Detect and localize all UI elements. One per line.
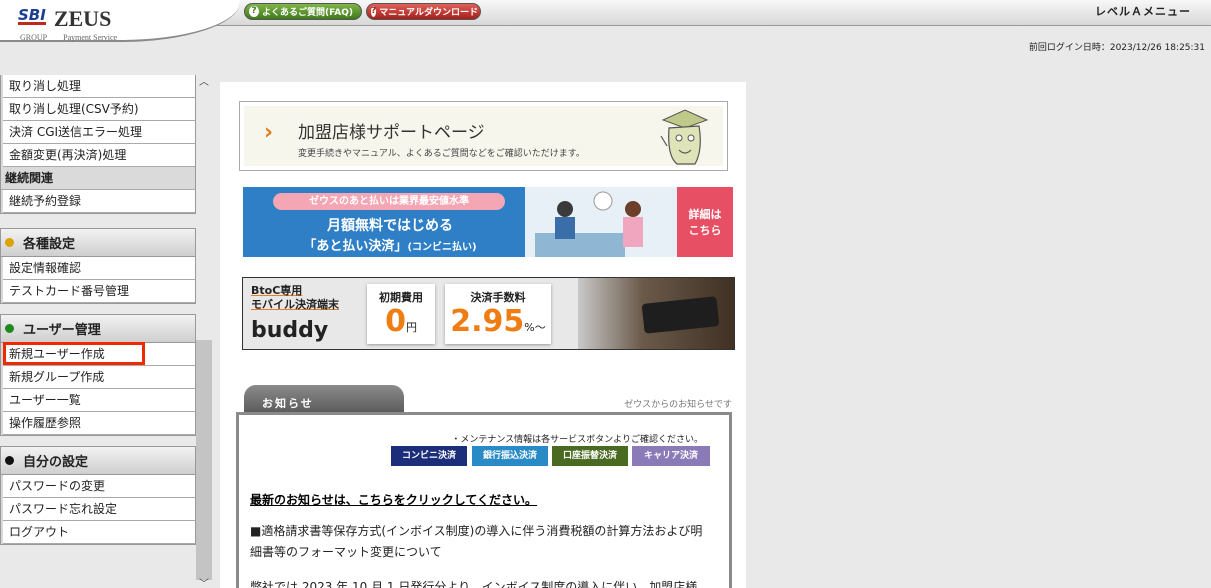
sidebar-subheader-continuation: 継続関連 xyxy=(1,167,195,190)
sidebar-item-user-list[interactable]: ユーザー一覧 xyxy=(3,389,195,412)
chevron-right-icon: › xyxy=(264,120,274,145)
banner-line1: 月額無料ではじめる xyxy=(327,218,453,234)
sidebar-group-user: ユーザー管理 新規ユーザー作成 新規グループ作成 ユーザー一覧 操作履歴参照 xyxy=(0,314,196,436)
sidebar-item-amount-change[interactable]: 金額変更(再決済)処理 xyxy=(3,144,195,167)
header: SBI ZEUS GROUP Payment Service ? よくあるご質問(… xyxy=(0,0,1211,75)
support-banner-inner: › 加盟店様サポートページ 変更手続きやマニュアル、よくあるご質問などをご確認い… xyxy=(244,106,723,166)
sidebar-item-logout[interactable]: ログアウト xyxy=(3,521,195,544)
logo-sub: GROUP Payment Service xyxy=(20,33,140,42)
faq-label: よくあるご質問(FAQ) xyxy=(262,8,353,18)
sidebar-scrollbar[interactable]: ︿ ﹀ xyxy=(196,75,212,588)
news-body-para1: ■適格請求書等保存方式(インボイス制度)の導入に伴う消費税額の計算方法および明細… xyxy=(250,524,703,559)
bank-transfer-button[interactable]: 銀行振込決済 xyxy=(472,446,548,466)
sidebar-group-my-settings: 自分の設定 パスワードの変更 パスワード忘れ設定 ログアウト xyxy=(0,446,196,545)
news-from: ゼウスからのお知らせです xyxy=(624,400,732,410)
sidebar-item-continuation-reserve[interactable]: 継続予約登録 xyxy=(3,190,195,213)
logo-group: GROUP xyxy=(20,33,48,42)
initial-fee-value: 0 xyxy=(385,304,406,339)
last-login: 前回ログイン日時：2023/12/26 18:25:31 xyxy=(1028,43,1205,53)
faq-button[interactable]: ? よくあるご質問(FAQ) xyxy=(244,3,362,20)
main-content: › 加盟店様サポートページ 変更手続きやマニュアル、よくあるご質問などをご確認い… xyxy=(220,82,746,588)
banner-pill: ゼウスのあと払いは業界最安値水準 xyxy=(273,193,505,210)
transaction-fee-unit: %～ xyxy=(524,321,546,334)
question-icon: ? xyxy=(249,6,260,17)
buddy-label1: BtoC専用 xyxy=(251,284,303,297)
sidebar-item-new-user[interactable]: 新規ユーザー作成 xyxy=(3,342,195,366)
initial-fee-unit: 円 xyxy=(405,321,417,334)
logo-area: SBI ZEUS GROUP Payment Service xyxy=(0,0,240,42)
level-menu-title: レベルＡメニュー xyxy=(1095,5,1191,18)
news-note: ・メンテナンス情報は各サービスボタンよりご確認ください。 xyxy=(451,435,703,445)
transaction-fee-label: 決済手数料 xyxy=(470,291,526,304)
support-subtitle: 変更手続きやマニュアル、よくあるご質問などをご確認いただけます。 xyxy=(298,149,585,159)
sidebar-title-my-settings: 自分の設定 xyxy=(1,447,195,475)
sidebar-title-settings: 各種設定 xyxy=(1,229,195,257)
banner-line2: 「あと払い決済」(コンビニ払い) xyxy=(281,235,499,254)
logo-zeus: ZEUS xyxy=(53,6,112,31)
logo-sbi: SBI xyxy=(18,6,46,25)
details-cta-label: 詳細は こちら xyxy=(688,208,722,237)
support-page-banner[interactable]: › 加盟店様サポートページ 変更手続きやマニュアル、よくあるご質問などをご確認い… xyxy=(239,101,728,171)
sidebar-item-cgi-error[interactable]: 決済 CGI送信エラー処理 xyxy=(3,121,195,144)
atobarai-banner[interactable]: ゼウスのあと払いは業界最安値水準 月額無料ではじめる 「あと払い決済」(コンビニ… xyxy=(243,187,733,257)
sidebar-group-payments: 取り消し処理 取り消し処理(CSV予約) 決済 CGI送信エラー処理 金額変更(… xyxy=(0,75,196,214)
banner-line2-main: 「あと払い決済」 xyxy=(303,239,408,254)
carrier-payment-button[interactable]: キャリア決済 xyxy=(632,446,710,466)
news-body: ■適格請求書等保存方式(インボイス制度)の導入に伴う消費税額の計算方法および明細… xyxy=(250,521,714,588)
buddy-product-name: buddy xyxy=(251,318,329,343)
scroll-up-icon[interactable]: ︿ xyxy=(199,73,209,88)
details-cta[interactable]: 詳細は こちら xyxy=(677,187,733,257)
sidebar-group-settings: 各種設定 設定情報確認 テストカード番号管理 xyxy=(0,228,196,304)
buddy-banner[interactable]: BtoC専用 モバイル決済端末 buddy 初期費用 0円 決済手数料 2.95… xyxy=(242,277,735,350)
manual-label: マニュアルダウンロード xyxy=(379,8,478,18)
convenience-payment-button[interactable]: コンビニ決済 xyxy=(391,446,467,466)
sidebar-item-new-group[interactable]: 新規グループ作成 xyxy=(3,366,195,389)
mascot-icon xyxy=(660,109,709,165)
sidebar: 取り消し処理 取り消し処理(CSV予約) 決済 CGI送信エラー処理 金額変更(… xyxy=(0,75,196,588)
sidebar-item-cancel[interactable]: 取り消し処理 xyxy=(3,75,195,98)
logo-tagline: Payment Service xyxy=(63,33,118,42)
latest-news-link[interactable]: 最新のお知らせは、こちらをクリックしてください。 xyxy=(250,491,537,508)
green-dot-icon xyxy=(5,324,14,333)
user-title-label: ユーザー管理 xyxy=(23,323,101,338)
banner-line2-small: (コンビニ払い) xyxy=(407,242,477,253)
support-title: 加盟店様サポートページ xyxy=(298,123,485,143)
transaction-fee-box: 決済手数料 2.95%～ xyxy=(445,284,551,344)
yellow-dot-icon xyxy=(5,238,14,247)
sidebar-item-password-forgot[interactable]: パスワード忘れ設定 xyxy=(3,498,195,521)
news-body-para2: 弊社では 2023 年 10 月 1 日発行分より、インボイス制度の導入に伴い、… xyxy=(250,580,698,588)
scroll-down-icon[interactable]: ﹀ xyxy=(199,575,209,588)
buddy-label: BtoC専用 モバイル決済端末 xyxy=(251,284,339,312)
sidebar-item-test-card[interactable]: テストカード番号管理 xyxy=(3,280,195,303)
transaction-fee-value: 2.95 xyxy=(450,304,525,339)
buddy-label2: モバイル決済端末 xyxy=(251,298,339,311)
logo[interactable]: SBI ZEUS GROUP Payment Service xyxy=(18,6,117,42)
account-transfer-button[interactable]: 口座振替決済 xyxy=(552,446,628,466)
convenience-store-illustration xyxy=(525,187,677,257)
sidebar-item-cancel-csv[interactable]: 取り消し処理(CSV予約) xyxy=(3,98,195,121)
sidebar-item-operation-history[interactable]: 操作履歴参照 xyxy=(3,412,195,435)
sidebar-title-user: ユーザー管理 xyxy=(1,315,195,343)
my-title-label: 自分の設定 xyxy=(23,455,89,470)
settings-title-label: 各種設定 xyxy=(23,237,76,252)
sidebar-item-settings-info[interactable]: 設定情報確認 xyxy=(3,257,195,280)
black-dot-icon xyxy=(5,456,14,465)
highlight-box xyxy=(3,342,145,365)
sidebar-item-password-change[interactable]: パスワードの変更 xyxy=(3,475,195,498)
manual-download-button[interactable]: ? マニュアルダウンロード xyxy=(366,3,481,20)
question-icon: ? xyxy=(371,6,377,17)
news-box: ・メンテナンス情報は各サービスボタンよりご確認ください。 コンビニ決済 銀行振込… xyxy=(236,412,732,588)
initial-fee-box: 初期費用 0円 xyxy=(367,284,435,344)
news-tab: お知らせ xyxy=(244,385,404,413)
initial-fee-label: 初期費用 xyxy=(379,291,423,304)
scrollbar-thumb[interactable] xyxy=(196,340,212,580)
